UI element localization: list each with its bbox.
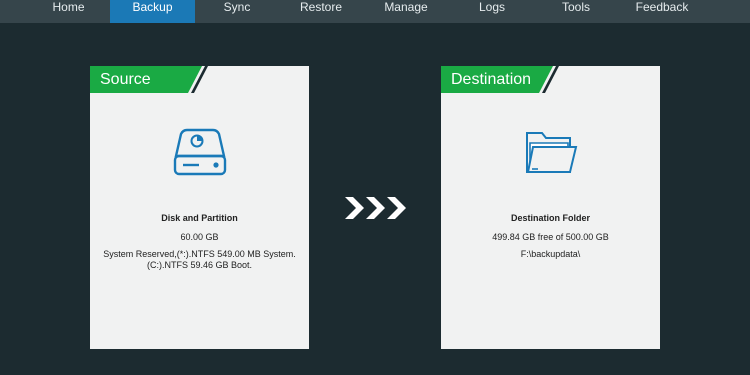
source-title: Source: [100, 71, 151, 88]
destination-card[interactable]: Destination Destination Folder 499.84 GB…: [441, 66, 660, 349]
nav-sync-label: Sync: [223, 0, 251, 14]
nav-manage[interactable]: Manage: [363, 0, 449, 23]
nav-tools-label: Tools: [561, 0, 590, 14]
destination-title: Destination: [451, 71, 532, 88]
triple-chevron-right-icon: [345, 197, 406, 219]
nav-tools[interactable]: Tools: [535, 0, 617, 23]
nav-backup-label: Backup: [132, 0, 173, 14]
source-size: 60.00 GB: [180, 232, 219, 242]
destination-header: Destination: [441, 66, 660, 93]
source-details-line2: (C:).NTFS 59.46 GB Boot.: [146, 260, 253, 270]
nav-restore[interactable]: Restore: [279, 0, 363, 23]
folder-icon: [524, 129, 579, 180]
nav-manage-label: Manage: [384, 0, 428, 14]
disk-icon: [173, 128, 227, 181]
nav-sync[interactable]: Sync: [195, 0, 279, 23]
nav-logs[interactable]: Logs: [449, 0, 535, 23]
destination-space: 499.84 GB free of 500.00 GB: [492, 232, 609, 242]
nav-logs-label: Logs: [478, 0, 506, 14]
source-header: Source: [90, 66, 309, 93]
top-nav: Home Backup Sync Restore Manage Logs Too…: [0, 0, 750, 23]
nav-restore-label: Restore: [299, 0, 343, 14]
destination-heading: Destination Folder: [510, 213, 590, 223]
source-heading: Disk and Partition: [161, 213, 238, 223]
nav-home-label: Home: [52, 0, 85, 14]
nav-feedback-label: Feedback: [635, 0, 689, 14]
source-card[interactable]: Source Disk and Partition 60.00 GB Syste…: [90, 66, 309, 349]
nav-backup[interactable]: Backup: [110, 0, 195, 23]
source-details-line1: System Reserved,(*:).NTFS 549.00 MB Syst…: [103, 249, 296, 259]
destination-path: F:\backupdata\: [520, 249, 581, 259]
nav-feedback[interactable]: Feedback: [617, 0, 707, 23]
